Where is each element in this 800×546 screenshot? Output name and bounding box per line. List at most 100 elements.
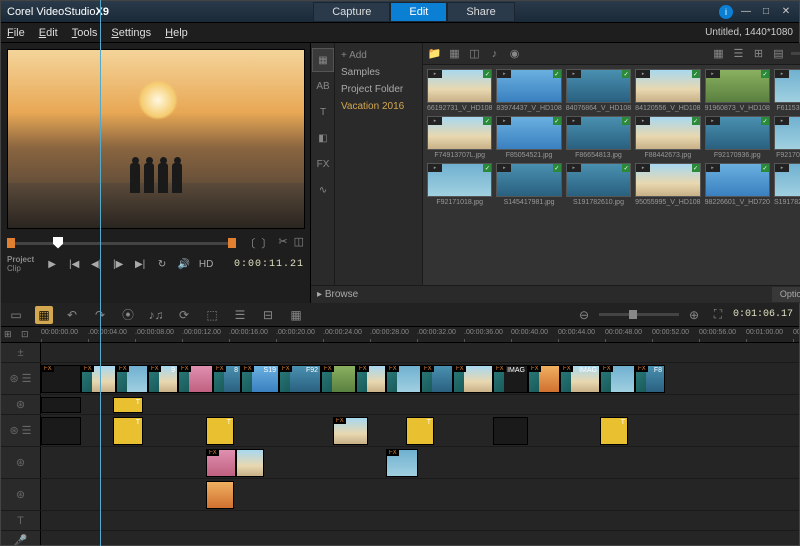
close-button[interactable]: ✕ <box>779 5 793 19</box>
timeline-clip[interactable]: FXIMAG <box>493 365 528 393</box>
undo-icon[interactable]: ↶ <box>63 306 81 324</box>
library-thumb[interactable]: ▸✓S191782149.jpg <box>774 163 800 206</box>
scrub-track[interactable] <box>15 242 228 245</box>
prev-frame-button[interactable]: ◀| <box>88 256 104 272</box>
library-thumb[interactable]: ▸✓98226601_V_HD720 <box>705 163 770 206</box>
track-head-video[interactable]: ⊛☰ <box>1 363 41 394</box>
library-thumb[interactable]: ▸✓F88442673.jpg <box>635 116 700 159</box>
timeline-clip[interactable]: FX8 <box>213 365 241 393</box>
title-tab-icon[interactable]: T <box>312 100 334 124</box>
graphic-tab-icon[interactable]: ◧ <box>312 126 334 150</box>
timeline-view-icon[interactable]: ▦ <box>35 306 53 324</box>
timeline-clip[interactable]: FX <box>333 417 368 445</box>
track-head-guide[interactable]: ± <box>1 343 41 362</box>
folder-samples[interactable]: Samples <box>337 64 420 81</box>
multicam-icon[interactable]: ▦ <box>287 306 305 324</box>
zoom-out-icon[interactable]: ⊖ <box>575 306 593 324</box>
audio-filter-icon[interactable]: ♪ <box>487 46 502 61</box>
timeline-clip[interactable]: FX <box>386 365 421 393</box>
hd-button[interactable]: HD <box>198 256 214 272</box>
home-button[interactable]: |◀ <box>66 256 82 272</box>
menu-edit[interactable]: Edit <box>39 27 58 39</box>
library-thumb[interactable]: ▸✓91960873_V_HD108 <box>705 69 770 112</box>
list-view-icon[interactable]: ☰ <box>731 46 746 61</box>
menu-help[interactable]: Help <box>165 27 188 39</box>
timeline-clip[interactable]: FX <box>81 365 116 393</box>
track-head-voice[interactable]: 🎤 <box>1 531 41 545</box>
tracks-icon[interactable]: ☰ <box>231 306 249 324</box>
timeline-clip[interactable]: FX <box>421 365 453 393</box>
preview-timecode[interactable]: 0:00:11.21 <box>234 259 304 270</box>
library-thumb[interactable]: ▸✓F92170936.jpg <box>705 116 770 159</box>
timeline-clip[interactable] <box>41 417 81 445</box>
timeline-clip[interactable]: FXS19 <box>241 365 279 393</box>
tab-share[interactable]: Share <box>447 2 514 22</box>
library-thumb[interactable]: ▸✓95055995_V_HD108 <box>635 163 700 206</box>
timeline-clip[interactable]: T <box>113 417 143 445</box>
library-thumb[interactable]: ▸✓F86654813.jpg <box>566 116 631 159</box>
timeline-clip[interactable]: FX <box>386 449 418 477</box>
photos-filter-icon[interactable]: ◫ <box>467 46 482 61</box>
videos-filter-icon[interactable]: ▦ <box>447 46 462 61</box>
timeline-clip[interactable]: FX <box>206 449 236 477</box>
timeline-clip[interactable]: FX <box>321 365 356 393</box>
timeline-clip[interactable]: FX <box>116 365 148 393</box>
mark-in-icon[interactable]: 〔 <box>244 235 255 251</box>
library-thumb[interactable]: ▸✓F85054521.jpg <box>496 116 561 159</box>
track-head-overlay4[interactable]: ⊛ <box>1 479 41 510</box>
thumb-size-slider[interactable] <box>791 52 800 55</box>
track-head-overlay3[interactable]: ⊛ <box>1 447 41 478</box>
library-thumb[interactable]: ▸✓F74913707L.jpg <box>427 116 492 159</box>
library-thumb[interactable]: ▸✓F92170936.jpg <box>774 116 800 159</box>
library-thumb[interactable]: ▸✓83974437_V_HD108 <box>496 69 561 112</box>
end-button[interactable]: ▶| <box>132 256 148 272</box>
library-thumb[interactable]: ▸✓S145417981.jpg <box>496 163 561 206</box>
menu-settings[interactable]: Settings <box>111 27 151 39</box>
timeline-clip[interactable]: FX9 <box>148 365 178 393</box>
path-tab-icon[interactable]: ∿ <box>312 178 334 202</box>
hide-icon[interactable]: ▤ <box>771 46 786 61</box>
subtitle-icon[interactable]: ⊟ <box>259 306 277 324</box>
folder-icon[interactable]: 📁 <box>427 46 442 61</box>
library-thumb[interactable]: ▸✓F61153584.jpg <box>774 69 800 112</box>
mixer-icon[interactable]: ♪♫ <box>147 306 165 324</box>
snapshot-icon[interactable]: ◫ <box>294 235 304 251</box>
add-folder-button[interactable]: + Add <box>337 47 420 64</box>
timeline-clip[interactable]: FXIMAG <box>560 365 600 393</box>
timeline-clip[interactable] <box>493 417 528 445</box>
tab-edit[interactable]: Edit <box>390 2 447 22</box>
autorender-icon[interactable]: ⟳ <box>175 306 193 324</box>
timeline-ruler[interactable]: ⊞ ⊡ 00:00:00.00.00:00:04.00.00:00:08.00.… <box>1 327 799 343</box>
timeline-clip[interactable]: T <box>206 417 234 445</box>
timeline-clip[interactable] <box>41 397 81 413</box>
tab-capture[interactable]: Capture <box>313 2 390 22</box>
track-head-overlay2[interactable]: ⊛☰ <box>1 415 41 446</box>
playback-mode-label[interactable]: ProjectClip <box>7 255 34 273</box>
browse-button[interactable]: ▸ Browse <box>317 289 358 300</box>
sort-icon[interactable]: ▦ <box>711 46 726 61</box>
zoom-in-icon[interactable]: ⊕ <box>685 306 703 324</box>
zoom-slider[interactable] <box>599 313 679 316</box>
folder-vacation[interactable]: Vacation 2016 <box>337 98 420 115</box>
timeline-timecode[interactable]: 0:01:06.17 <box>733 309 793 320</box>
timeline-clip[interactable]: FXF8 <box>635 365 665 393</box>
timeline-clip[interactable]: FX <box>600 365 635 393</box>
play-button[interactable]: ▶ <box>44 256 60 272</box>
folder-project[interactable]: Project Folder <box>337 81 420 98</box>
timeline-clip[interactable]: FX <box>453 365 493 393</box>
mark-out-handle[interactable] <box>228 238 236 248</box>
timeline-playhead[interactable] <box>100 343 101 545</box>
volume-button[interactable]: 🔊 <box>176 256 192 272</box>
scrub-head[interactable] <box>53 237 63 249</box>
timeline-clip[interactable] <box>206 481 234 509</box>
storyboard-view-icon[interactable]: ▭ <box>7 306 25 324</box>
timeline-clip[interactable]: FX <box>41 365 81 393</box>
ruler-zoom-icon[interactable]: ⊡ <box>21 329 35 341</box>
grid-view-icon[interactable]: ⊞ <box>751 46 766 61</box>
track-head-title[interactable]: T <box>1 511 41 530</box>
menu-tools[interactable]: Tools <box>72 27 98 39</box>
timeline-clip[interactable]: FXF92 <box>279 365 321 393</box>
options-button[interactable]: Options ⌃ <box>772 287 800 302</box>
timeline-clip[interactable]: T <box>113 397 143 413</box>
timeline-clip[interactable]: T <box>600 417 628 445</box>
